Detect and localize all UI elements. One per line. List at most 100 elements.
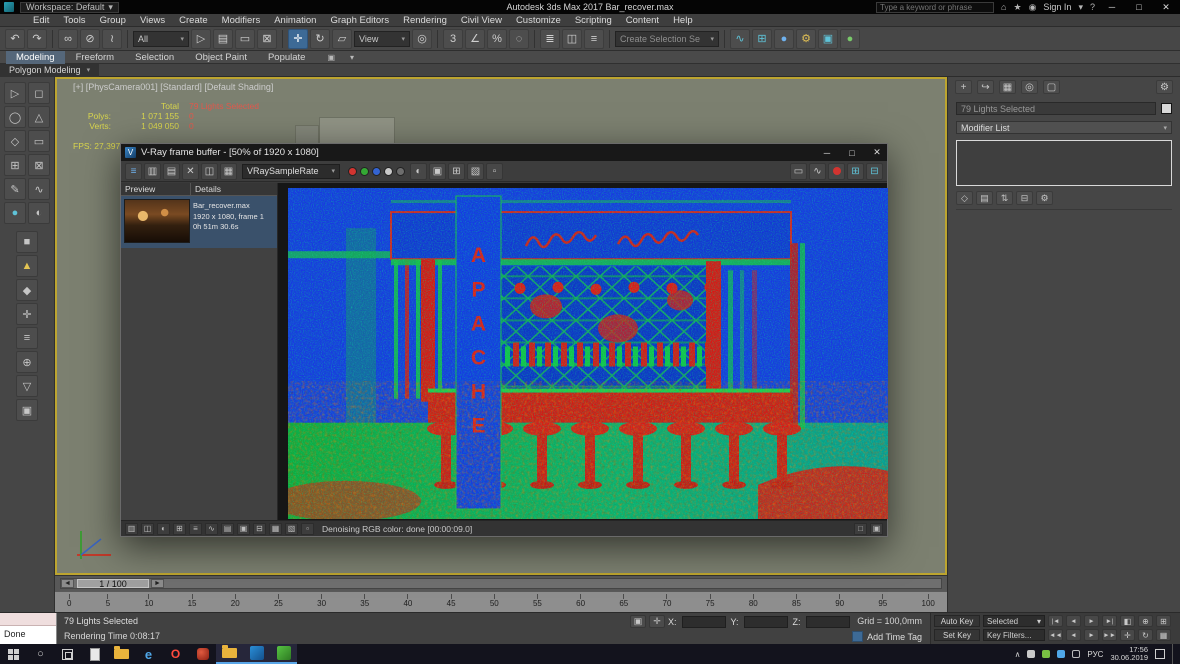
viewport-label[interactable]: [+] [PhysCamera001] [Standard] [Default … (73, 82, 273, 92)
left-tool-icon[interactable]: ■ (16, 231, 38, 253)
minimize-button[interactable]: ─ (817, 148, 837, 158)
menu-views[interactable]: Views (133, 15, 172, 26)
render-production-icon[interactable]: ● (840, 28, 860, 49)
ribbon-tab-selection[interactable]: Selection (125, 51, 184, 64)
menu-graph-editors[interactable]: Graph Editors (323, 15, 396, 26)
vfb-titlebar[interactable]: V V-Ray frame buffer - [50% of 1920 x 10… (121, 144, 887, 161)
vfb-canvas[interactable]: A P A C H E (271, 183, 888, 522)
left-tool-icon[interactable]: ⊠ (28, 154, 50, 176)
undo-icon[interactable]: ↶ (5, 28, 25, 49)
language-indicator[interactable]: РУС (1087, 650, 1103, 659)
add-time-tag[interactable]: Add Time Tag (852, 631, 922, 642)
window-crossing-icon[interactable]: ⊠ (257, 28, 277, 49)
channel-select-dropdown[interactable]: VRaySampleRate ▾ (242, 163, 340, 179)
sign-in-link[interactable]: Sign In (1043, 2, 1071, 12)
hierarchy-tab-icon[interactable]: ▦ (999, 80, 1016, 94)
chevron-down-icon[interactable]: ▾ (347, 53, 357, 62)
help-icon[interactable]: ? (1090, 2, 1095, 12)
menu-civil-view[interactable]: Civil View (454, 15, 509, 26)
motion-tab-icon[interactable]: ◎ (1021, 80, 1038, 94)
blue-channel-icon[interactable] (372, 166, 381, 176)
force-color-clamping-icon[interactable]: ◐ (410, 162, 427, 180)
chevron-down-icon[interactable]: ▾ (1078, 2, 1083, 13)
maximize-button[interactable]: □ (1129, 2, 1149, 12)
mirror-icon[interactable]: ◫ (562, 28, 582, 49)
next-frame-button[interactable]: ► (1084, 629, 1099, 641)
taskbar-app-3dsmax[interactable] (243, 644, 270, 664)
align-icon[interactable]: ≡ (584, 28, 604, 49)
duplicate-to-host-icon[interactable]: ◫ (201, 162, 218, 180)
history-thumbnail[interactable] (124, 199, 190, 243)
menu-create[interactable]: Create (172, 15, 215, 26)
x-coordinate-input[interactable] (681, 616, 726, 628)
save-icon[interactable]: ▥ (125, 522, 138, 535)
left-tool-icon[interactable]: ⊞ (4, 154, 26, 176)
menu-edit[interactable]: Edit (26, 15, 56, 26)
create-tab-icon[interactable]: + (955, 80, 972, 94)
left-tool-icon[interactable]: ▲ (16, 255, 38, 277)
history-preview-header[interactable]: Preview (121, 183, 191, 195)
previous-key-button[interactable]: ◄◄ (1048, 629, 1063, 641)
render-history-icon[interactable]: ▦ (220, 162, 237, 180)
left-tool-icon[interactable]: ◇ (4, 130, 26, 152)
home-icon[interactable]: ⌂ (1001, 2, 1006, 12)
material-editor-icon[interactable]: ● (774, 28, 794, 49)
rectangular-region-icon[interactable]: ▭ (235, 28, 255, 49)
render-last-icon[interactable] (828, 162, 845, 180)
menu-customize[interactable]: Customize (509, 15, 568, 26)
rendered-image[interactable]: A P A C H E (271, 188, 888, 522)
menu-modifiers[interactable]: Modifiers (215, 15, 268, 26)
percent-snap-icon[interactable]: % (487, 28, 507, 49)
left-tool-icon[interactable]: ✎ (4, 178, 26, 200)
bind-to-spacewarp-icon[interactable]: ≀ (102, 28, 122, 49)
previous-frame-button[interactable]: ◄ (1066, 629, 1081, 641)
time-slider-track[interactable]: ◄ 1 / 100 ► (60, 578, 942, 589)
taskbar-app-render[interactable] (270, 644, 297, 664)
panel-toggle-icon[interactable]: ▣ (870, 522, 883, 535)
make-unique-button[interactable]: ⇅ (996, 191, 1013, 205)
vray-frame-buffer-window[interactable]: V V-Ray frame buffer - [50% of 1920 x 10… (120, 143, 888, 537)
levels-icon[interactable]: ≡ (189, 522, 202, 535)
left-tool-icon[interactable]: ▷ (4, 82, 26, 104)
save-image-icon[interactable]: ▥ (144, 162, 161, 180)
absolute-mode-icon[interactable]: ✛ (649, 615, 665, 628)
show-desktop-button[interactable] (1172, 644, 1176, 664)
display-tab-icon[interactable]: ▢ (1043, 80, 1060, 94)
maximize-button[interactable]: □ (842, 148, 862, 158)
left-tool-icon[interactable]: ● (4, 202, 26, 224)
user-icon[interactable]: ◉ (1029, 2, 1037, 13)
menu-animation[interactable]: Animation (267, 15, 323, 26)
go-to-end-button[interactable]: ►| (1102, 615, 1117, 627)
taskbar-app-edge[interactable]: e (135, 644, 162, 664)
minimize-button[interactable]: ─ (1102, 2, 1122, 12)
time-slider-handle[interactable]: 1 / 100 (77, 579, 149, 589)
color-corrections-icon[interactable]: ▧ (467, 162, 484, 180)
configure-modifier-sets-button[interactable]: ⚙ (1036, 191, 1053, 205)
copy-icon[interactable]: ◫ (141, 522, 154, 535)
stop-render-icon[interactable]: ⊟ (866, 162, 883, 180)
maximize-viewport-toggle-icon[interactable]: ⊞ (1156, 615, 1171, 627)
maxscript-mini-listener[interactable]: Done (0, 613, 57, 645)
pan-icon[interactable]: ✛ (1120, 629, 1135, 641)
previous-frame-button[interactable]: ◄ (1066, 615, 1081, 627)
left-tool-icon[interactable]: ▭ (28, 130, 50, 152)
pixel-info-icon[interactable]: ⊞ (448, 162, 465, 180)
search-button[interactable]: ○ (27, 644, 54, 664)
tray-app-icon[interactable] (1027, 650, 1036, 658)
history-entry[interactable]: Bar_recover.max 1920 x 1080, frame 1 0h … (121, 196, 277, 248)
next-frame-button[interactable]: ► (151, 579, 164, 588)
listener-output[interactable]: Done (0, 626, 56, 645)
stamp-icon[interactable]: ▫ (486, 162, 503, 180)
ribbon-tab-freeform[interactable]: Freeform (66, 51, 125, 64)
go-to-start-button[interactable]: |◄ (1048, 615, 1063, 627)
lut-icon[interactable]: ▫ (301, 522, 314, 535)
menu-content[interactable]: Content (619, 15, 666, 26)
grid-icon[interactable]: ⊞ (173, 522, 186, 535)
zoom-icon[interactable]: ⊕ (1138, 615, 1153, 627)
left-tool-icon[interactable]: ∿ (28, 178, 50, 200)
tray-chevron-icon[interactable]: ∧ (1015, 650, 1021, 659)
region-render-icon[interactable]: ▭ (790, 162, 807, 180)
color-balance-icon[interactable]: ▦ (269, 522, 282, 535)
reference-coordinate-dropdown[interactable]: View ▾ (354, 30, 410, 47)
selection-set-dropdown[interactable]: Selected ▾ (983, 615, 1045, 627)
